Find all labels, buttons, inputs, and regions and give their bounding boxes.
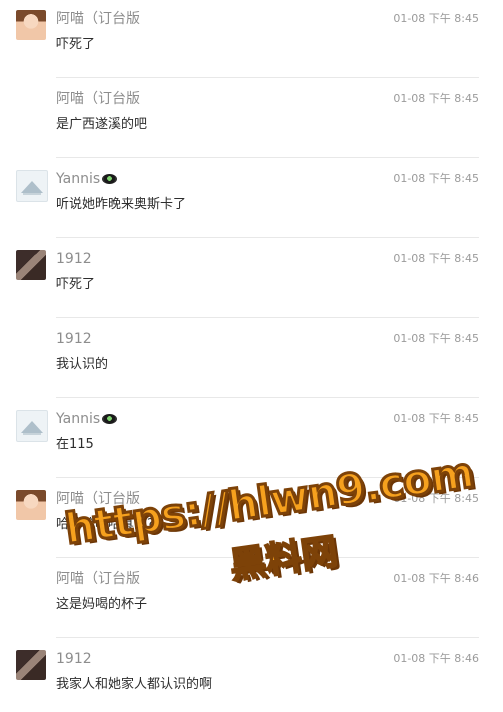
message-text: 哈哈哈哈哈真的? bbox=[56, 517, 154, 532]
message-row: Yannis 01-08 下午 8:45 听说她昨晚来奥斯卡了 bbox=[0, 160, 503, 240]
message-row: 阿喵（订台版 01-08 下午 8:45 吓死了 bbox=[0, 0, 503, 80]
message-time: 01-08 下午 8:45 bbox=[393, 92, 479, 105]
message-text: 这是妈喝的杯子 bbox=[56, 597, 148, 612]
message-time: 01-08 下午 8:45 bbox=[393, 172, 479, 185]
message-time: 01-08 下午 8:46 bbox=[393, 572, 479, 585]
mountain-avatar[interactable] bbox=[16, 410, 48, 442]
message-text: 在115 bbox=[56, 437, 94, 452]
message-divider bbox=[56, 237, 479, 238]
child-avatar[interactable] bbox=[16, 490, 46, 520]
girl-avatar[interactable] bbox=[16, 650, 46, 680]
message-divider bbox=[56, 157, 479, 158]
sender-name[interactable]: 阿喵（订台版 bbox=[56, 490, 140, 508]
message-time: 01-08 下午 8:45 bbox=[393, 412, 479, 425]
sender-name[interactable]: 阿喵（订台版 bbox=[56, 570, 140, 588]
sender-name[interactable]: Yannis bbox=[56, 410, 118, 428]
message-divider bbox=[56, 477, 479, 478]
message-time: 01-08 下午 8:45 bbox=[393, 252, 479, 265]
message-row: 1912 01-08 下午 8:46 我家人和她家人都认识的啊 bbox=[0, 640, 503, 712]
ufo-emoji-icon bbox=[102, 174, 118, 184]
message-divider bbox=[56, 557, 479, 558]
message-text: 吓死了 bbox=[56, 277, 96, 292]
message-text: 吓死了 bbox=[56, 37, 96, 52]
message-time: 01-08 下午 8:46 bbox=[393, 652, 479, 665]
child-avatar[interactable] bbox=[16, 10, 46, 40]
sender-name[interactable]: 1912 bbox=[56, 650, 92, 668]
message-divider bbox=[56, 637, 479, 638]
message-time: 01-08 下午 8:45 bbox=[393, 332, 479, 345]
mountain-avatar[interactable] bbox=[16, 170, 48, 202]
message-time: 01-08 下午 8:45 bbox=[393, 12, 479, 25]
sender-name[interactable]: 阿喵（订台版 bbox=[56, 90, 140, 108]
message-row: 阿喵（订台版 01-08 下午 8:46 这是妈喝的杯子 bbox=[0, 560, 503, 640]
ufo-emoji-icon bbox=[102, 414, 118, 424]
message-text: 我认识的 bbox=[56, 357, 109, 372]
chat-thread: 阿喵（订台版 01-08 下午 8:45 吓死了 阿喵（订台版 01-08 下午… bbox=[0, 0, 503, 712]
girl-avatar[interactable] bbox=[16, 250, 46, 280]
sender-name[interactable]: 阿喵（订台版 bbox=[56, 10, 140, 28]
sender-name[interactable]: 1912 bbox=[56, 250, 92, 268]
message-divider bbox=[56, 77, 479, 78]
message-divider bbox=[56, 397, 479, 398]
sender-name[interactable]: 1912 bbox=[56, 330, 92, 348]
message-row: 1912 01-08 下午 8:45 吓死了 bbox=[0, 240, 503, 320]
message-row: 1912 01-08 下午 8:45 我认识的 bbox=[0, 320, 503, 400]
sender-name[interactable]: Yannis bbox=[56, 170, 118, 188]
message-time: 01-08 下午 8:45 bbox=[393, 492, 479, 505]
message-row: 阿喵（订台版 01-08 下午 8:45 是广西遂溪的吧 bbox=[0, 80, 503, 160]
message-row: 阿喵（订台版 01-08 下午 8:45 哈哈哈哈哈真的? bbox=[0, 480, 503, 560]
message-text: 听说她昨晚来奥斯卡了 bbox=[56, 197, 187, 212]
message-text: 是广西遂溪的吧 bbox=[56, 117, 148, 132]
message-row: Yannis 01-08 下午 8:45 在115 bbox=[0, 400, 503, 480]
message-divider bbox=[56, 317, 479, 318]
message-text: 我家人和她家人都认识的啊 bbox=[56, 677, 213, 692]
